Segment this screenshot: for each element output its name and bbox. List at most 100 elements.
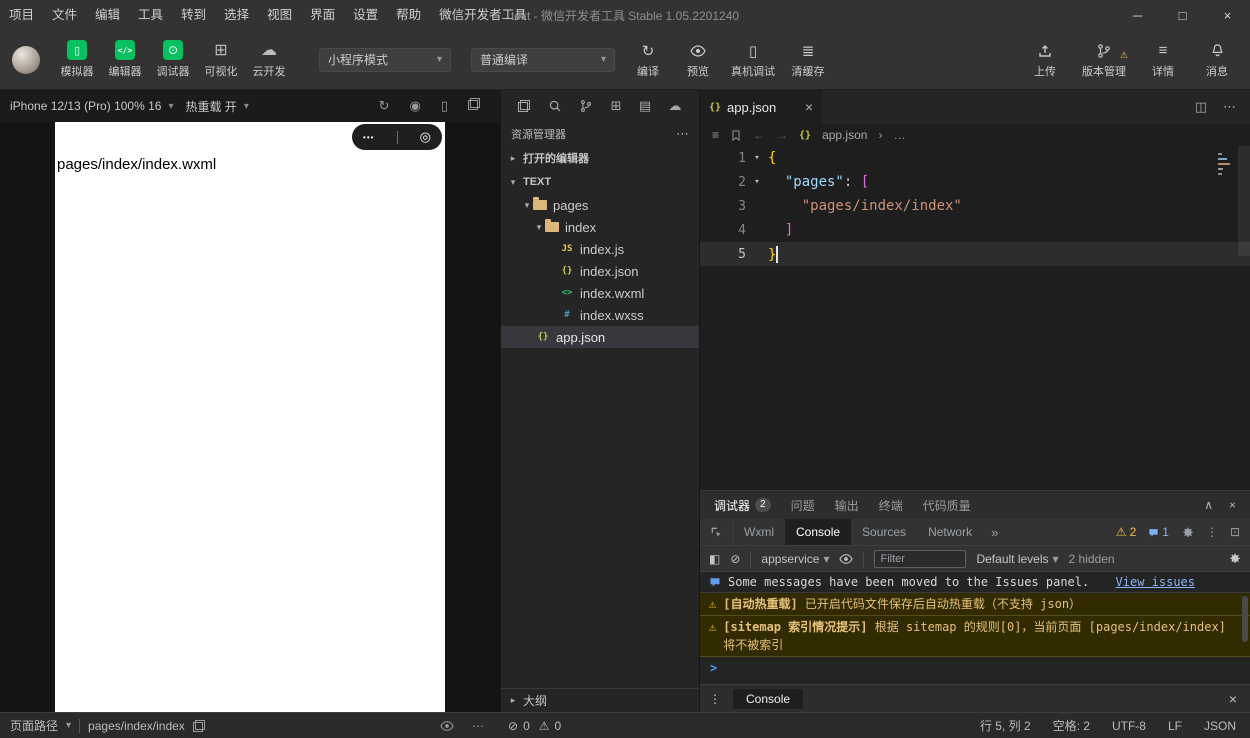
- open-editors-section[interactable]: ▸ 打开的编辑器: [501, 146, 699, 170]
- record-button[interactable]: ◉: [410, 98, 421, 114]
- toolbar-editor-button[interactable]: </> 编辑器: [101, 40, 149, 79]
- tab-app-json[interactable]: {} app.json ×: [700, 90, 822, 124]
- cloud-button[interactable]: ☁: [669, 98, 682, 114]
- search-button[interactable]: [548, 99, 562, 113]
- remote-debug-button[interactable]: ▯ 真机调试: [731, 41, 775, 79]
- scrollbar-thumb[interactable]: [1242, 596, 1248, 642]
- hot-reload-toggle[interactable]: 热重载 开: [185, 98, 236, 115]
- compile-button[interactable]: ↻ 编译: [631, 41, 665, 79]
- back-button[interactable]: ←: [753, 128, 765, 142]
- live-expression-eye-button[interactable]: [839, 552, 854, 566]
- device-frame-button[interactable]: ▯: [441, 98, 448, 114]
- simulator-viewport[interactable]: ••• ◎ pages/index/index.wxml: [55, 122, 445, 712]
- breadcrumb-file[interactable]: app.json: [822, 128, 867, 142]
- details-button[interactable]: ≡ 详情: [1146, 41, 1180, 79]
- upload-button[interactable]: 上传: [1028, 41, 1062, 79]
- drawer-tab-console[interactable]: Console: [733, 688, 804, 709]
- messages-button[interactable]: 消息: [1200, 41, 1234, 79]
- page-path-select[interactable]: 页面路径: [10, 717, 58, 734]
- context-select[interactable]: appservice ▾: [761, 552, 829, 566]
- toolbar-simulator-button[interactable]: ▯ 模拟器: [53, 40, 101, 79]
- clear-cache-button[interactable]: ≣ 清缓存: [791, 41, 825, 79]
- editor-more-button[interactable]: ⋯: [1223, 99, 1236, 115]
- files-button[interactable]: [518, 100, 531, 112]
- menu-interface[interactable]: 界面: [301, 0, 344, 30]
- menu-goto[interactable]: 转到: [172, 0, 215, 30]
- outline-section[interactable]: ▸ 大纲: [501, 688, 699, 712]
- inspect-picker-button[interactable]: [700, 519, 733, 545]
- bookmark-icon[interactable]: [730, 129, 742, 142]
- git-button[interactable]: [579, 99, 593, 113]
- eye-button[interactable]: [440, 719, 454, 733]
- project-root-section[interactable]: ▾ TEXT: [501, 170, 699, 194]
- tab-output[interactable]: 输出: [835, 497, 859, 514]
- tree-item-pages[interactable]: ▾ pages: [501, 194, 699, 216]
- language-mode[interactable]: JSON: [1204, 719, 1236, 733]
- tree-item-index-json[interactable]: {} index.json: [501, 260, 699, 282]
- menu-file[interactable]: 文件: [43, 0, 86, 30]
- tree-item-index-wxml[interactable]: <> index.wxml: [501, 282, 699, 304]
- grid-button[interactable]: ⊞: [611, 98, 622, 114]
- drawer-more-button[interactable]: ⋮: [709, 692, 721, 706]
- tree-item-app-json[interactable]: {} app.json: [501, 326, 699, 348]
- menu-project[interactable]: 项目: [0, 0, 43, 30]
- clear-console-button[interactable]: ⊘: [730, 552, 740, 566]
- hidden-messages-button[interactable]: 2 hidden: [1069, 552, 1115, 566]
- mode-select[interactable]: 小程序模式 ▾: [319, 47, 451, 72]
- toolbar-debugger-button[interactable]: ⊙ 调试器: [149, 40, 197, 79]
- indentation[interactable]: 空格: 2: [1053, 717, 1090, 734]
- dock-side-button[interactable]: ⊡: [1230, 525, 1240, 539]
- menu-select[interactable]: 选择: [215, 0, 258, 30]
- cursor-position[interactable]: 行 5, 列 2: [980, 717, 1031, 734]
- devtools-tab-network[interactable]: Network: [917, 519, 983, 545]
- tab-code-quality[interactable]: 代码质量: [923, 497, 971, 514]
- drawer-close-button[interactable]: ×: [1229, 691, 1241, 707]
- warnings-counter[interactable]: ⚠ 2: [1116, 525, 1136, 539]
- menu-view[interactable]: 视图: [258, 0, 301, 30]
- menu-settings[interactable]: 设置: [344, 0, 387, 30]
- toolbar-visualize-button[interactable]: ⊞ 可视化: [197, 40, 245, 79]
- avatar[interactable]: [12, 45, 40, 74]
- tree-item-index[interactable]: ▾ index: [501, 216, 699, 238]
- maximize-button[interactable]: □: [1160, 0, 1205, 30]
- outline-toggle-button[interactable]: ≡: [712, 128, 719, 142]
- minimap[interactable]: [1238, 146, 1250, 256]
- menu-tools[interactable]: 工具: [129, 0, 172, 30]
- version-control-button[interactable]: ⚠ 版本管理: [1082, 41, 1128, 79]
- console-input[interactable]: >: [700, 657, 1250, 679]
- devtools-tabs-overflow-button[interactable]: »: [983, 519, 1006, 545]
- device-select[interactable]: iPhone 12/13 (Pro) 100% 16: [10, 99, 161, 113]
- tab-terminal[interactable]: 终端: [879, 497, 903, 514]
- statusbar-problems-section[interactable]: ⊘ 0 ⚠ 0: [500, 719, 702, 733]
- tab-close-button[interactable]: ×: [805, 99, 813, 115]
- tree-item-index-js[interactable]: JS index.js: [501, 238, 699, 260]
- multi-window-button[interactable]: [468, 98, 480, 110]
- close-panel-button[interactable]: ×: [1229, 498, 1236, 512]
- console-sidebar-toggle[interactable]: ◧: [709, 552, 720, 566]
- capsule-home-button[interactable]: ◎: [420, 129, 431, 145]
- tab-problems[interactable]: 问题: [791, 497, 815, 514]
- encoding[interactable]: UTF-8: [1112, 719, 1146, 733]
- explorer-more-button[interactable]: ⋯: [676, 126, 689, 142]
- console-filter-input[interactable]: [874, 549, 967, 568]
- view-issues-link[interactable]: View issues: [1116, 575, 1195, 589]
- fold-icon[interactable]: ▾: [746, 177, 768, 187]
- tree-item-index-wxss[interactable]: # index.wxss: [501, 304, 699, 326]
- fold-icon[interactable]: ▾: [746, 153, 768, 163]
- eol-sequence[interactable]: LF: [1168, 719, 1182, 733]
- copy-path-button[interactable]: [192, 719, 205, 732]
- minimize-button[interactable]: ─: [1115, 0, 1160, 30]
- console-settings-button[interactable]: [1228, 552, 1241, 565]
- rotate-button[interactable]: ↻: [379, 98, 390, 114]
- more-button[interactable]: ⋯: [472, 719, 484, 733]
- code-editor[interactable]: 1 ▾ { 2 ▾ "pages": [ 3 "pages/index/inde…: [700, 146, 1250, 490]
- menu-edit[interactable]: 编辑: [86, 0, 129, 30]
- capsule-more-button[interactable]: •••: [363, 133, 374, 142]
- tab-debugger[interactable]: 调试器 2: [714, 497, 771, 514]
- devtools-tab-sources[interactable]: Sources: [851, 519, 917, 545]
- collapse-panel-button[interactable]: ∧: [1204, 498, 1213, 512]
- close-button[interactable]: ×: [1205, 0, 1250, 30]
- save-button[interactable]: ▤: [639, 98, 651, 114]
- devtools-more-button[interactable]: ⋮: [1206, 525, 1218, 539]
- preview-button[interactable]: 预览: [681, 41, 715, 79]
